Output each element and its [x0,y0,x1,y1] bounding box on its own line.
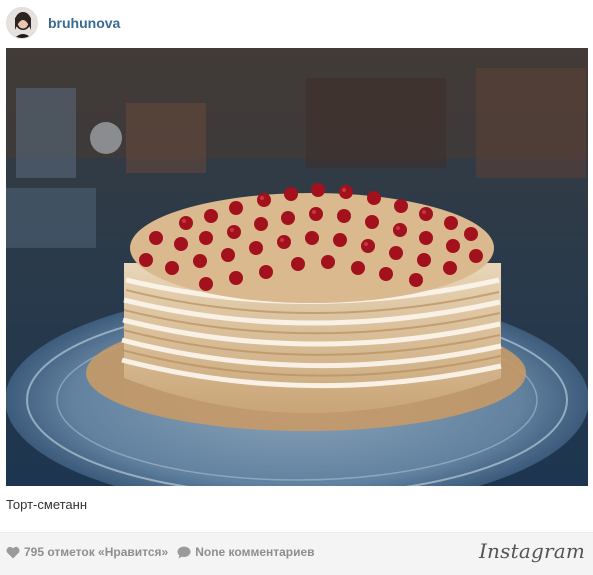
post-stats: 795 отметок «Нравится» None комментариев [6,545,315,559]
post-header: bruhunova [0,0,593,48]
comments-count[interactable]: None комментариев [195,545,314,559]
post-caption: Торт-сметанн [6,497,88,512]
likes-count[interactable]: 795 отметок «Нравится» [24,545,168,559]
instagram-logo[interactable]: Instagram [479,539,585,563]
post-photo[interactable] [6,48,588,486]
post-footer: 795 отметок «Нравится» None комментариев… [0,532,593,575]
comment-bubble-icon [177,546,191,559]
heart-icon [6,546,20,559]
instagram-post-card: bruhunova Торт-сметанн 795 отметок «Нрав… [0,0,593,575]
username-link[interactable]: bruhunova [48,15,120,31]
avatar[interactable] [6,7,38,39]
